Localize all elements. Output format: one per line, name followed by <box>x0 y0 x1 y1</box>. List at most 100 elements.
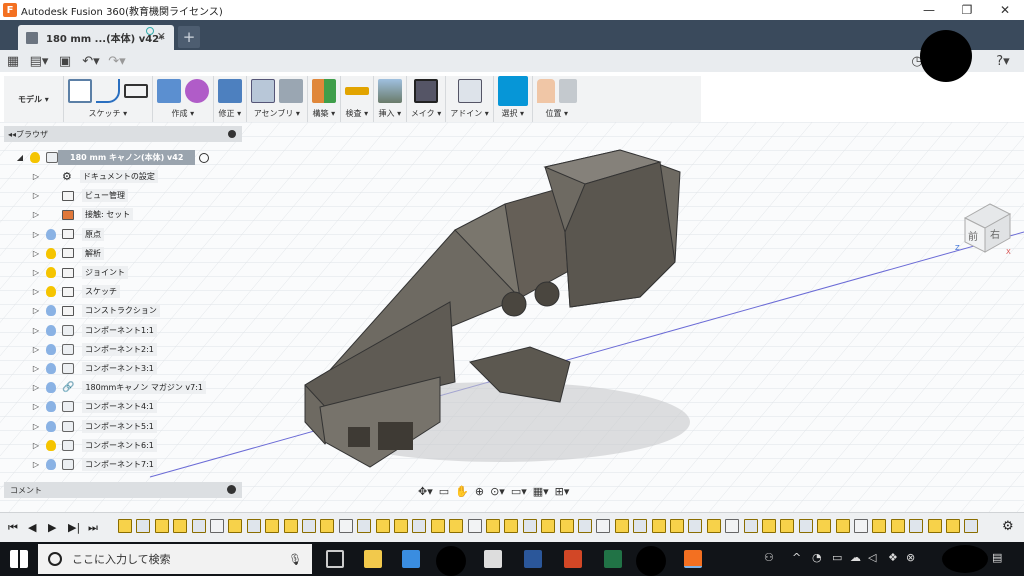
visibility-bulb-icon[interactable] <box>30 152 40 163</box>
visibility-bulb-icon[interactable] <box>46 324 56 336</box>
timeline-feature-icon[interactable] <box>743 519 758 533</box>
select-icon[interactable] <box>497 76 528 106</box>
timeline-feature-icon[interactable] <box>946 519 960 533</box>
timeline-feature-icon[interactable] <box>191 519 206 533</box>
onedrive-icon[interactable]: ☁ <box>850 551 861 564</box>
timeline-feature-icon[interactable] <box>283 519 298 533</box>
taskbar-search-box[interactable]: ここに入力して検索 🎙 <box>38 544 312 574</box>
timeline-play-icon[interactable]: ▶ <box>48 521 56 534</box>
file-menu-icon[interactable]: ▤▾ <box>26 54 52 69</box>
browser-minimize-icon[interactable] <box>228 130 236 138</box>
visibility-bulb-icon[interactable] <box>46 363 56 374</box>
look-at-icon[interactable]: ▭ <box>439 485 449 498</box>
timeline-feature-icon[interactable] <box>449 519 464 533</box>
minimize-button[interactable]: — <box>910 0 948 20</box>
timeline-feature-icon[interactable] <box>706 519 721 533</box>
visibility-bulb-icon[interactable] <box>46 247 56 259</box>
timeline-feature-icon[interactable] <box>228 519 243 533</box>
scripts-icon[interactable] <box>457 79 482 103</box>
timeline-feature-icon[interactable] <box>210 519 224 533</box>
timeline-feature-icon[interactable] <box>430 519 445 533</box>
document-tab[interactable]: 180 mm ...(本体) v42* ✕ <box>18 25 174 50</box>
activate-radio-icon[interactable] <box>199 152 210 163</box>
pan-icon[interactable]: ✋ <box>455 485 469 498</box>
browser-tree-row[interactable]: ▷ コンポーネント7:1 <box>32 455 157 474</box>
fit-icon[interactable]: ⊙▾ <box>490 485 505 498</box>
expand-arrow-icon[interactable]: ▷ <box>32 268 40 277</box>
timeline-feature-icon[interactable] <box>118 519 132 533</box>
excel-icon[interactable] <box>604 550 622 568</box>
create-group[interactable]: 作成 ▾ <box>153 76 214 122</box>
line-icon[interactable] <box>95 79 120 103</box>
view-cube-front-label[interactable]: 前 <box>968 230 978 243</box>
timeline-feature-icon[interactable] <box>798 519 813 533</box>
timeline-feature-icon[interactable] <box>541 519 556 533</box>
timeline-feature-icon[interactable] <box>872 519 887 533</box>
windows-start-icon[interactable] <box>10 550 28 568</box>
browser-tree-row[interactable]: ▷ スケッチ <box>32 282 120 301</box>
assemble-group[interactable]: アセンブリ ▾ <box>247 76 308 122</box>
browser-tree-row[interactable]: ▷ 🔗 180mmキャノン マガジン v7:1 <box>32 378 207 397</box>
visibility-bulb-icon[interactable] <box>46 401 56 413</box>
browser-tree-row[interactable]: ▷ コンポーネント5:1 <box>32 417 157 436</box>
sketch-group[interactable]: スケッチ ▾ <box>64 76 153 122</box>
timeline-feature-icon[interactable] <box>578 519 592 533</box>
3d-print-icon[interactable] <box>414 79 439 103</box>
expand-arrow-icon[interactable]: ▷ <box>32 383 40 392</box>
timeline-feature-icon[interactable] <box>927 519 942 533</box>
timeline-feature-icon[interactable] <box>854 519 868 533</box>
expand-arrow-icon[interactable]: ▷ <box>32 306 40 315</box>
expand-arrow-icon[interactable]: ▷ <box>32 191 40 200</box>
timeline-feature-icon[interactable] <box>320 519 335 533</box>
restore-button[interactable]: ❐ <box>948 0 986 20</box>
timeline-feature-icon[interactable] <box>375 519 390 533</box>
timeline-start-icon[interactable]: ⏮ <box>8 521 18 535</box>
browser-tree-row[interactable]: ▷ 原点 <box>32 225 104 244</box>
timeline-feature-icon[interactable] <box>173 519 188 533</box>
timeline-feature-icon[interactable] <box>302 519 316 533</box>
visibility-bulb-icon[interactable] <box>46 343 56 355</box>
addins-group[interactable]: アドイン ▾ <box>446 76 494 122</box>
timeline-feature-icon[interactable] <box>817 519 832 533</box>
rectangle-icon[interactable] <box>123 84 148 98</box>
timeline-feature-icon[interactable] <box>412 519 427 533</box>
timeline-feature-icon[interactable] <box>762 519 776 533</box>
make-group[interactable]: メイク ▾ <box>407 76 447 122</box>
timeline-feature-icon[interactable] <box>633 519 648 533</box>
timeline-feature-icon[interactable] <box>265 519 280 533</box>
timeline-feature-icon[interactable] <box>688 519 703 533</box>
position-icon[interactable] <box>536 79 555 103</box>
file-explorer-icon[interactable] <box>364 550 382 568</box>
timeline-feature-icon[interactable] <box>394 519 408 533</box>
visibility-bulb-icon[interactable] <box>46 420 56 432</box>
workspace-switcher[interactable]: モデル ▾ <box>4 76 64 122</box>
expand-arrow-icon[interactable]: ▷ <box>32 422 40 431</box>
visibility-bulb-icon[interactable] <box>46 439 56 451</box>
undo-icon[interactable]: ↶▾ <box>78 54 104 69</box>
position-group[interactable]: 位置 ▾ <box>533 76 581 122</box>
timeline-settings-icon[interactable]: ⚙ <box>1002 519 1014 534</box>
display-settings-icon[interactable]: ▭▾ <box>511 485 527 498</box>
browser-tree-row[interactable]: ▷ ビュー管理 <box>32 186 128 205</box>
timeline-feature-icon[interactable] <box>246 519 261 533</box>
new-component-icon[interactable] <box>250 79 275 103</box>
add-comment-icon[interactable] <box>227 485 236 494</box>
browser-tree-row[interactable]: ▷ コンポーネント6:1 <box>32 436 157 455</box>
timeline-feature-icon[interactable] <box>486 519 500 533</box>
timeline-feature-icon[interactable] <box>522 519 537 533</box>
comment-panel[interactable]: コメント <box>4 482 242 498</box>
timeline-feature-icon[interactable] <box>504 519 519 533</box>
browser-tree-row[interactable]: ▷ コンポーネント4:1 <box>32 397 157 416</box>
redacted-clock[interactable] <box>942 545 988 573</box>
dropbox-icon[interactable]: ❖ <box>888 551 898 564</box>
timeline-forward-icon[interactable]: ▶| <box>68 521 80 534</box>
timeline-feature-icon[interactable] <box>596 519 611 533</box>
capture-position-icon[interactable] <box>558 79 577 103</box>
expand-arrow-icon[interactable]: ◢ <box>16 153 24 162</box>
store-icon[interactable] <box>402 550 420 568</box>
notification-icon[interactable]: ▤ <box>992 551 1002 564</box>
select-group[interactable]: 選択 ▾ <box>494 76 533 122</box>
timeline-feature-icon[interactable] <box>338 519 353 533</box>
redacted-app-icon[interactable] <box>436 546 466 576</box>
timeline-feature-icon[interactable] <box>651 519 666 533</box>
